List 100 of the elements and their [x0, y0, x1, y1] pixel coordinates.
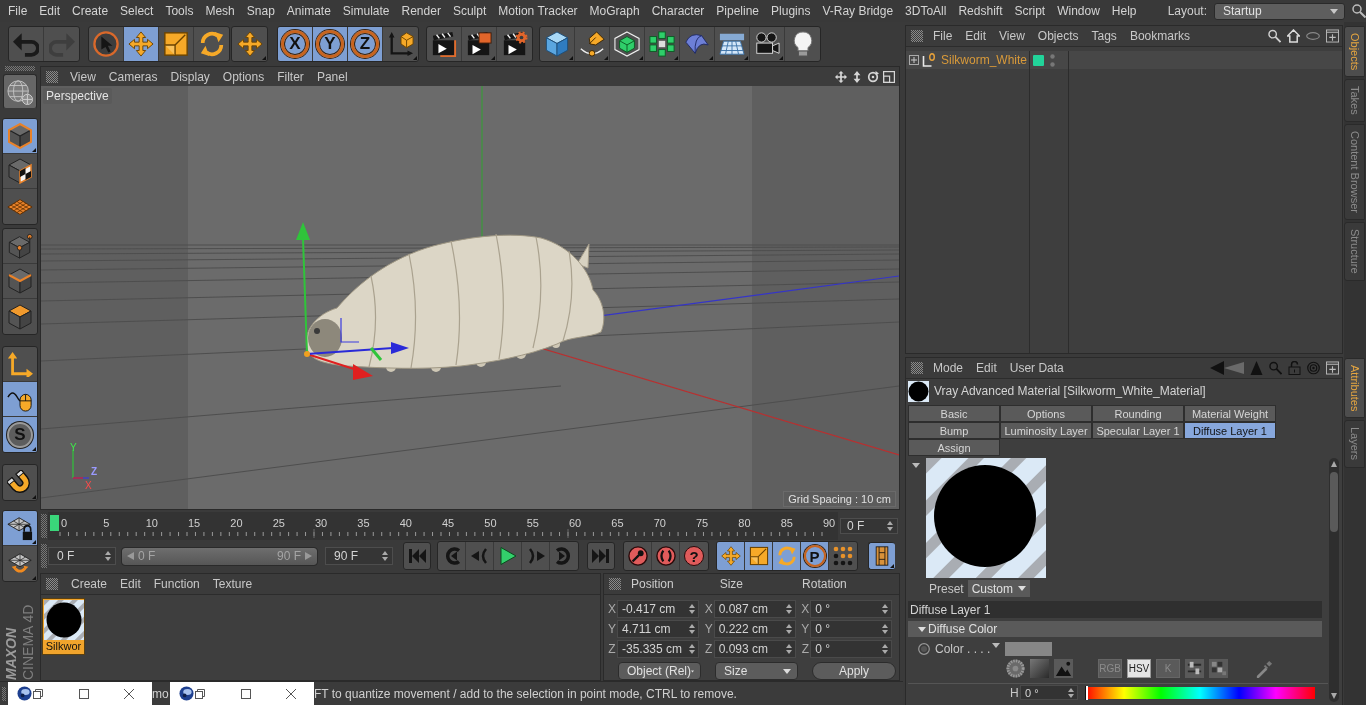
color-wheel-icon[interactable]: [1006, 658, 1025, 678]
hue-slider-thumb[interactable]: [1085, 685, 1088, 700]
menu-item[interactable]: Select: [120, 4, 154, 18]
make-editable-button[interactable]: [3, 74, 37, 109]
sliders-icon[interactable]: [1185, 658, 1204, 678]
end-frame-field[interactable]: 90 F: [325, 547, 393, 566]
menu-item[interactable]: Filter: [277, 69, 304, 84]
close-button[interactable]: [123, 687, 135, 700]
grip-icon[interactable]: [41, 513, 47, 538]
group-header[interactable]: Diffuse Color: [908, 621, 1322, 637]
hue-field[interactable]: 0 °: [1020, 685, 1078, 700]
menu-item[interactable]: Cameras: [108, 69, 158, 84]
position-key-button[interactable]: [717, 542, 745, 571]
tweak-mode-button[interactable]: [3, 382, 37, 417]
menu-item[interactable]: Mode: [933, 361, 964, 375]
attribute-tab[interactable]: Rounding: [1092, 405, 1184, 422]
gradient-square-icon[interactable]: [1030, 658, 1049, 678]
grip-icon[interactable]: [911, 362, 923, 374]
object-row[interactable]: Silkworm_White: [906, 51, 1342, 69]
close-button[interactable]: [285, 687, 297, 700]
minimized-window[interactable]: [8, 681, 152, 705]
parameter-key-button[interactable]: P: [801, 542, 829, 571]
model-mode-button[interactable]: [3, 119, 37, 154]
timeline-button[interactable]: [868, 542, 895, 571]
attribute-tab[interactable]: Basic: [908, 405, 1000, 422]
menu-item[interactable]: Function: [153, 577, 200, 591]
move-tool-button[interactable]: [124, 27, 159, 61]
new-panel-icon[interactable]: [1326, 361, 1339, 375]
search-icon[interactable]: [1352, 4, 1366, 18]
maximize-button[interactable]: [240, 687, 252, 700]
lock-workplane-button[interactable]: [3, 511, 37, 546]
scrollbar[interactable]: [1328, 458, 1340, 702]
menu-item[interactable]: Panel: [316, 69, 348, 84]
menu-item[interactable]: Motion Tracker: [498, 4, 578, 18]
attribute-tab[interactable]: Options: [1000, 405, 1092, 422]
color-swatch[interactable]: [1005, 641, 1052, 656]
grip-icon[interactable]: [911, 30, 923, 42]
eyedropper-icon[interactable]: [1255, 658, 1274, 678]
coordinate-field[interactable]: 4.711 cm: [617, 620, 699, 638]
coordinate-field[interactable]: 0.093 cm: [713, 640, 796, 658]
oval-icon[interactable]: [1306, 32, 1320, 40]
menu-item[interactable]: Simulate: [342, 4, 390, 18]
camera-label[interactable]: Perspective: [43, 88, 112, 104]
menu-item[interactable]: Edit: [965, 29, 987, 43]
menu-item[interactable]: Tools: [165, 4, 194, 18]
menu-item[interactable]: Snap: [246, 4, 275, 18]
attribute-tab[interactable]: Assign: [908, 439, 1000, 456]
hue-slider[interactable]: [1085, 686, 1315, 699]
coordinate-field[interactable]: -35.335 cm: [617, 640, 699, 658]
attribute-tab[interactable]: Material Weight: [1184, 405, 1276, 422]
grip-icon[interactable]: [5, 66, 35, 71]
snap-button[interactable]: [2, 464, 38, 501]
attribute-tab[interactable]: Diffuse Layer 1: [1184, 422, 1276, 439]
layout-dropdown[interactable]: Startup: [1214, 2, 1345, 20]
side-tab[interactable]: Objects: [1344, 26, 1365, 78]
menu-item[interactable]: File: [933, 29, 953, 43]
size-mode-dropdown[interactable]: Size: [715, 662, 798, 680]
maximize-button[interactable]: [78, 687, 90, 700]
current-frame-field[interactable]: 0 F: [840, 517, 898, 534]
apply-button[interactable]: Apply: [812, 662, 896, 680]
menu-item[interactable]: Bookmarks: [1129, 29, 1190, 43]
menu-item[interactable]: Edit: [976, 361, 997, 375]
playhead[interactable]: [50, 514, 59, 531]
menu-item[interactable]: Mesh: [205, 4, 235, 18]
menu-item[interactable]: Edit: [39, 4, 61, 18]
back-arrow-icon[interactable]: [1210, 361, 1244, 375]
attribute-tab[interactable]: Luminosity Layer: [1000, 422, 1092, 439]
menu-item[interactable]: Display: [170, 69, 210, 84]
expand-toggle-icon[interactable]: [909, 55, 919, 65]
menu-item[interactable]: Redshift: [958, 4, 1003, 18]
axis-lock-button[interactable]: X: [278, 27, 313, 61]
color-mixer-icon[interactable]: [1209, 658, 1228, 678]
restore-button[interactable]: [194, 687, 206, 700]
rotate-view-icon[interactable]: [867, 70, 879, 83]
move-view-icon[interactable]: [835, 70, 847, 83]
material-thumbnail[interactable]: Silkwor: [42, 598, 85, 655]
coordinate-mode-dropdown[interactable]: Object (Rel): [618, 662, 701, 680]
menu-item[interactable]: View: [70, 69, 96, 84]
start-frame-field[interactable]: 0 F: [48, 547, 116, 566]
menu-item[interactable]: Tags: [1091, 29, 1117, 43]
menu-item[interactable]: Create: [71, 577, 108, 591]
search-icon[interactable]: [1268, 29, 1281, 43]
attribute-tab[interactable]: Specular Layer 1: [1092, 422, 1184, 439]
menu-item[interactable]: Sculpt: [452, 4, 487, 18]
axis-lock-button[interactable]: Z: [348, 27, 383, 61]
menu-item[interactable]: Character: [651, 4, 705, 18]
grip-icon[interactable]: [41, 544, 47, 569]
coordinate-field[interactable]: -0.417 cm: [617, 600, 699, 618]
caret-icon[interactable]: [912, 463, 920, 468]
menu-item[interactable]: Options: [222, 69, 265, 84]
color-mode-button[interactable]: HSV: [1127, 658, 1151, 678]
scale-key-button[interactable]: [745, 542, 773, 571]
radio-icon[interactable]: [918, 642, 930, 655]
coordinate-field[interactable]: 0.087 cm: [713, 600, 796, 618]
menu-item[interactable]: MoGraph: [589, 4, 640, 18]
menu-item[interactable]: Window: [1057, 4, 1100, 18]
minimized-window[interactable]: [170, 681, 314, 705]
image-icon[interactable]: [1054, 658, 1073, 678]
new-panel-icon[interactable]: [1326, 29, 1339, 43]
menu-item[interactable]: Texture: [212, 577, 253, 591]
